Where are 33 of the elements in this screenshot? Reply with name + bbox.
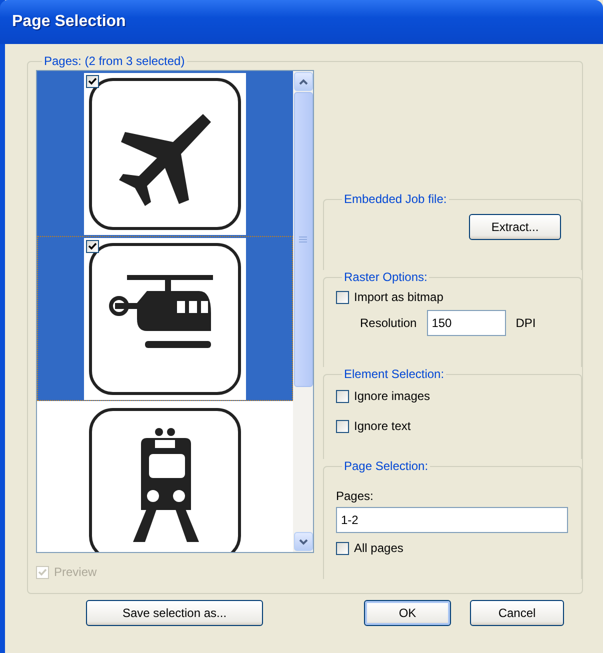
page-list-item[interactable] [37, 71, 293, 236]
group-legend: Page Selection: [342, 459, 430, 473]
group-legend: Raster Options: [342, 270, 430, 284]
ok-button[interactable]: OK [364, 600, 451, 626]
checkbox[interactable] [336, 290, 349, 304]
cancel-button[interactable]: Cancel [470, 600, 564, 626]
grip-icon [299, 236, 307, 243]
pages-field[interactable]: 1-2 [336, 507, 568, 533]
checkbox-label: Ignore text [354, 419, 411, 433]
scrollbar[interactable] [293, 71, 313, 552]
group-legend: Embedded Job file: [342, 192, 449, 206]
checkbox[interactable] [86, 240, 99, 253]
save-selection-button[interactable]: Save selection as... [86, 600, 263, 626]
extract-button[interactable]: Extract... [469, 214, 561, 240]
scrollbar-thumb[interactable] [294, 92, 312, 387]
unit-label: DPI [516, 316, 536, 330]
checkbox[interactable] [336, 542, 349, 554]
window-title: Page Selection [12, 13, 126, 31]
checkbox-label: Ignore images [354, 389, 430, 403]
checkbox-label: Import as bitmap [354, 290, 444, 304]
checkbox-label: All pages [354, 541, 404, 555]
group-legend: Pages: (2 from 3 selected) [42, 54, 187, 68]
checkbox[interactable] [86, 75, 99, 88]
page-list-item[interactable] [37, 236, 293, 401]
scroll-down-button[interactable] [294, 532, 312, 551]
checkbox-label: Preview [54, 565, 97, 579]
scroll-up-button[interactable] [294, 72, 312, 91]
resolution-field[interactable]: 150 [426, 310, 506, 336]
resolution-label: Resolution [360, 316, 417, 330]
checkbox[interactable] [336, 390, 349, 402]
checkbox[interactable] [336, 420, 349, 432]
pages-label: Pages: [336, 489, 374, 503]
group-legend: Element Selection: [342, 367, 446, 381]
